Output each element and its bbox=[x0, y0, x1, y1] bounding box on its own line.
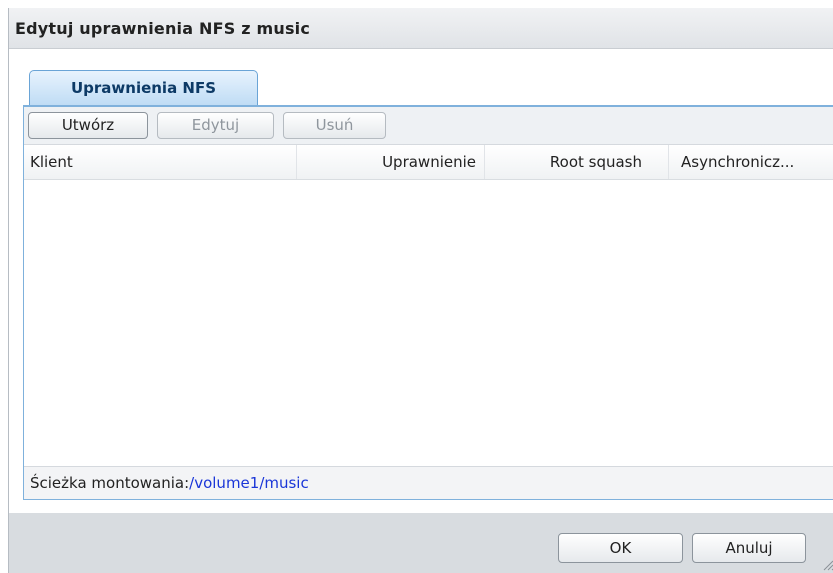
resize-grip-icon[interactable] bbox=[820, 557, 833, 571]
column-header-root-squash[interactable]: Root squash bbox=[484, 145, 668, 179]
dialog-title-bar[interactable]: Edytuj uprawnienia NFS z music bbox=[9, 8, 833, 49]
cancel-button[interactable]: Anuluj bbox=[692, 533, 806, 563]
nfs-permissions-dialog: Edytuj uprawnienia NFS z music Uprawnien… bbox=[8, 8, 833, 573]
mount-path-value: /volume1/music bbox=[189, 474, 309, 492]
toolbar: Utwórz Edytuj Usuń bbox=[24, 107, 833, 145]
create-button[interactable]: Utwórz bbox=[28, 112, 148, 139]
grid-body[interactable] bbox=[24, 180, 833, 460]
tab-nfs-permissions[interactable]: Uprawnienia NFS bbox=[29, 70, 258, 105]
column-header-client[interactable]: Klient bbox=[24, 145, 296, 179]
mount-path-label: Ścieżka montowania: bbox=[30, 474, 190, 492]
tab-panel: Utwórz Edytuj Usuń Klient Uprawnienie Ro… bbox=[23, 105, 833, 500]
column-header-async[interactable]: Asynchronicz... bbox=[668, 145, 833, 179]
edit-button[interactable]: Edytuj bbox=[157, 112, 274, 139]
grid-header: Klient Uprawnienie Root squash Asynchron… bbox=[24, 145, 833, 180]
column-header-permission[interactable]: Uprawnienie bbox=[296, 145, 484, 179]
dialog-button-bar: OK Anuluj bbox=[9, 513, 833, 573]
delete-button[interactable]: Usuń bbox=[283, 112, 386, 139]
ok-button[interactable]: OK bbox=[558, 533, 683, 563]
mount-path-bar: Ścieżka montowania:/volume1/music bbox=[24, 466, 833, 499]
dialog-body: Uprawnienia NFS Utwórz Edytuj Usuń Klien… bbox=[9, 49, 833, 513]
dialog-title: Edytuj uprawnienia NFS z music bbox=[15, 19, 311, 38]
